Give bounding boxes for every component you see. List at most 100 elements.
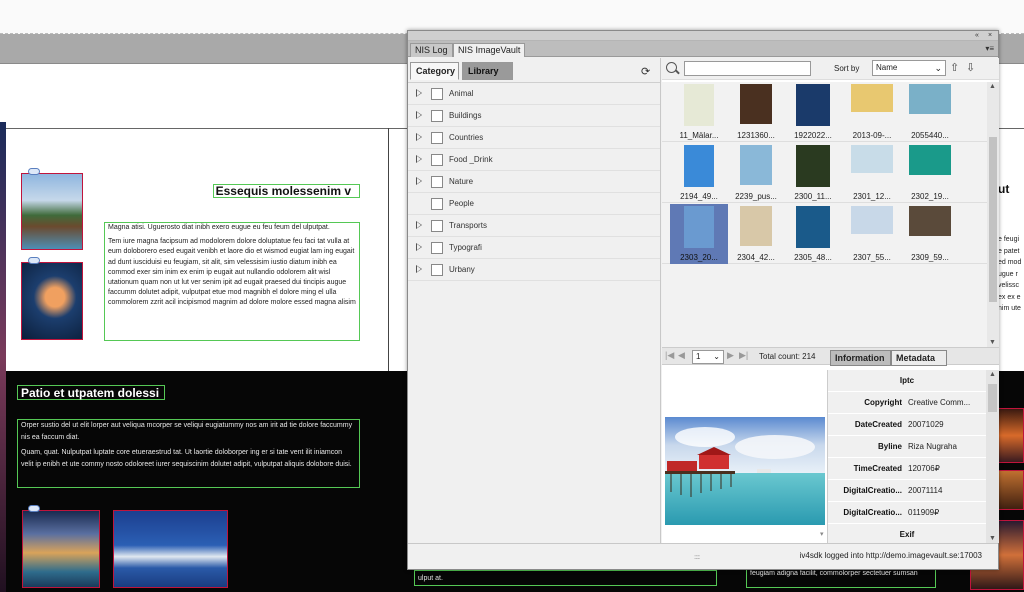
thumbnail-caption: 2309_59...	[911, 253, 949, 262]
close-icon[interactable]: ×	[988, 31, 992, 40]
category-checkbox[interactable]	[431, 198, 443, 210]
category-item[interactable]: People	[408, 193, 660, 215]
patio-heading-frame[interactable]: Patio et utpatem dolessi	[17, 385, 165, 400]
category-checkbox[interactable]	[431, 132, 443, 144]
image-thumbnail[interactable]: 2239_pus...	[727, 143, 785, 203]
scrollbar-thumb[interactable]	[988, 384, 997, 412]
next-page-icon[interactable]: ▶	[727, 350, 734, 361]
image-thumbnail[interactable]: 2302_19...	[901, 143, 959, 203]
refresh-icon[interactable]: ⟳	[641, 65, 650, 78]
tab-category[interactable]: Category	[410, 62, 459, 80]
category-checkbox[interactable]	[431, 154, 443, 166]
category-item[interactable]: Nature	[408, 171, 660, 193]
sort-ascending-icon[interactable]: ⇧	[950, 61, 959, 74]
metadata-value: 120706₽	[908, 464, 940, 473]
category-checkbox[interactable]	[431, 220, 443, 232]
collapse-icon[interactable]: «	[975, 31, 979, 40]
expand-arrow-icon[interactable]	[416, 221, 422, 229]
category-item[interactable]: Animal	[408, 83, 660, 105]
category-checkbox[interactable]	[431, 110, 443, 122]
expand-arrow-icon[interactable]	[416, 89, 422, 97]
scroll-up-icon[interactable]: ▲	[989, 83, 996, 90]
metadata-key: Exif	[899, 530, 915, 539]
last-page-icon[interactable]: ▶|	[739, 350, 748, 361]
image-thumbnail[interactable]: 2013-09-...	[843, 82, 901, 142]
category-item[interactable]: Typografi	[408, 237, 660, 259]
thumbnail-caption: 1922022...	[794, 131, 832, 140]
sort-descending-icon[interactable]: ⇩	[966, 61, 975, 74]
image-thumbnail[interactable]: 2304_42...	[727, 204, 785, 264]
sunset-image-frame[interactable]	[998, 470, 1024, 510]
category-label: Countries	[449, 133, 484, 142]
prev-page-icon[interactable]: ◀	[678, 350, 685, 361]
metadata-value: 20071029	[908, 420, 944, 429]
scroll-down-icon[interactable]: ▾	[820, 530, 824, 538]
tab-metadata[interactable]: Metadata	[891, 350, 947, 366]
image-thumbnail[interactable]: 1922022...	[784, 82, 842, 142]
text-line: ugue r	[998, 270, 1018, 278]
panel-title-bar[interactable]: « ×	[408, 31, 998, 41]
image-thumbnail[interactable]: 2305_48...	[784, 204, 842, 264]
bottom-caption-frame[interactable]: ulput at.	[414, 570, 717, 586]
scroll-down-icon[interactable]: ▼	[989, 535, 996, 542]
image-thumbnail[interactable]: 2307_55...	[843, 204, 901, 264]
expand-arrow-icon[interactable]	[416, 177, 422, 185]
expand-arrow-icon[interactable]	[416, 133, 422, 141]
results-pane: Sort by Name ⌄ ⇧ ⇩ 11_Mälar... 1231360...…	[662, 58, 999, 543]
image-thumbnail[interactable]: 11_Mälar...	[670, 82, 728, 142]
category-pane: Category Library ⟳ Animal Buildings Countr…	[408, 58, 661, 567]
preview-image	[665, 417, 825, 525]
search-icon[interactable]	[666, 62, 677, 73]
imagevault-panel: « × NIS Log NIS ImageVault ▾≡ Category L…	[407, 30, 999, 570]
bottom-caption-frame[interactable]: feugiam adigna facilit, commolorper sect…	[746, 568, 936, 588]
tab-nis-imagevault[interactable]: NIS ImageVault	[453, 43, 526, 57]
dark-text-frame[interactable]: Orper sustio del ut elit lorper aut veli…	[17, 419, 360, 488]
jetski-image-frame[interactable]	[113, 510, 228, 588]
resize-grip-icon[interactable]: ::::::::	[694, 555, 700, 561]
image-thumbnail[interactable]: 2303_20...	[670, 204, 728, 264]
text-line: ed mod	[998, 259, 1022, 266]
scroll-up-icon[interactable]: ▲	[989, 371, 996, 378]
category-checkbox[interactable]	[431, 176, 443, 188]
category-item[interactable]: Urbany	[408, 259, 660, 281]
sort-select[interactable]: Name ⌄	[872, 60, 946, 76]
image-thumbnail[interactable]: 2300_11...	[784, 143, 842, 203]
image-thumbnail[interactable]: 2309_59...	[901, 204, 959, 264]
house-image-frame[interactable]	[21, 173, 83, 250]
metadata-scrollbar[interactable]: ▲ ▼	[986, 370, 999, 543]
image-thumbnail[interactable]: 1231360...	[727, 82, 785, 142]
tab-library[interactable]: Library	[462, 62, 513, 80]
expand-arrow-icon[interactable]	[416, 265, 422, 273]
jellyfish-image-frame[interactable]	[21, 262, 83, 340]
search-input[interactable]	[684, 61, 811, 76]
first-page-icon[interactable]: |◀	[665, 350, 674, 361]
thumbnail-image	[796, 206, 830, 248]
image-thumbnail[interactable]: 2055440...	[901, 82, 959, 142]
body-text-frame[interactable]: Magna atisi. Uguerosto diat inibh exero …	[104, 222, 360, 341]
category-label: Urbany	[449, 265, 475, 274]
panel-menu-icon[interactable]: ▾≡	[985, 44, 994, 53]
category-checkbox[interactable]	[431, 88, 443, 100]
page-select[interactable]: 1 ⌄	[692, 350, 724, 364]
tab-nis-log[interactable]: NIS Log	[410, 43, 453, 57]
thumbnail-scrollbar[interactable]: ▲ ▼	[987, 82, 999, 347]
expand-arrow-icon[interactable]	[416, 243, 422, 251]
category-checkbox[interactable]	[431, 242, 443, 254]
patio-image-frame[interactable]	[22, 510, 100, 588]
category-item[interactable]: Buildings	[408, 105, 660, 127]
scroll-down-icon[interactable]: ▼	[989, 339, 996, 346]
main-heading-frame[interactable]: Essequis molessenim v	[213, 184, 360, 198]
tab-information[interactable]: Information	[830, 350, 891, 366]
category-checkbox[interactable]	[431, 264, 443, 276]
scrollbar-thumb[interactable]	[989, 137, 997, 302]
image-thumbnail[interactable]: 2194_49...	[670, 143, 728, 203]
image-thumbnail[interactable]: 2301_12...	[843, 143, 901, 203]
category-item[interactable]: Transports	[408, 215, 660, 237]
patio-heading: Patio et utpatem dolessi	[21, 386, 160, 400]
expand-arrow-icon[interactable]	[416, 111, 422, 119]
category-item[interactable]: Food _Drink	[408, 149, 660, 171]
metadata-row: DigitalCreatio... 20071114	[828, 480, 999, 502]
category-item[interactable]: Countries	[408, 127, 660, 149]
expand-arrow-icon[interactable]	[416, 155, 422, 163]
sunset-image-frame[interactable]	[998, 408, 1024, 463]
